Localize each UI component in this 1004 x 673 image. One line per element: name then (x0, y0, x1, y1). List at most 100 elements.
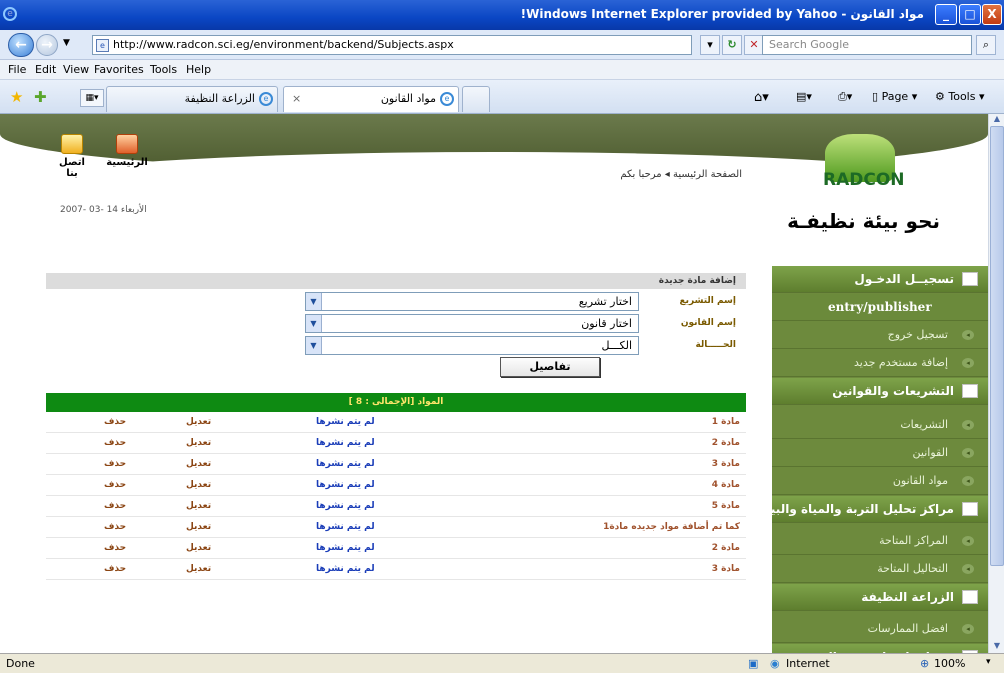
publish-status[interactable]: لم يتم نشرها (316, 438, 375, 448)
sidebar-item[interactable]: التشريعات والقوانين (772, 378, 988, 405)
delete-link[interactable]: حذف (104, 543, 126, 553)
sidebar-item-label: القوانين (912, 446, 948, 459)
scroll-thumb[interactable] (990, 126, 1004, 566)
history-dropdown-icon[interactable]: ▼ (63, 38, 70, 48)
form-row-legislation: ▼ اختار تشريع إسم التشريع (46, 292, 746, 312)
close-button[interactable]: X (982, 4, 1002, 25)
edit-link[interactable]: تعديل (186, 564, 211, 574)
law-select[interactable]: ▼ اختار قانون (305, 314, 639, 333)
search-input[interactable]: Search Google (762, 35, 972, 55)
bullet-arrow-icon: ◂ (962, 536, 974, 546)
chevron-down-icon[interactable]: ▼ (306, 315, 322, 332)
menu-file[interactable]: File (8, 63, 26, 76)
sidebar-item-label: إضافة مستخدم جديد (853, 356, 948, 369)
legislation-select[interactable]: ▼ اختار تشريع (305, 292, 639, 311)
home-link[interactable]: الرئيسية (102, 134, 152, 168)
delete-link[interactable]: حذف (104, 480, 126, 490)
table-row: مادة 2 لم يتم نشرها تعديل حذف (46, 433, 746, 454)
scroll-down-icon[interactable]: ▼ (989, 641, 1004, 653)
publish-status[interactable]: لم يتم نشرها (316, 501, 375, 511)
back-button[interactable]: ← (8, 33, 34, 57)
details-button[interactable]: تفاصيل (500, 357, 600, 377)
sidebar-item-label: التشريعات (900, 418, 948, 431)
sidebar-item[interactable]: الزراعة النظيفة (772, 584, 988, 611)
edit-link[interactable]: تعديل (186, 501, 211, 511)
menu-favorites[interactable]: Favorites (94, 63, 144, 76)
favorites-star-icon[interactable]: ★ (10, 88, 23, 106)
publish-status[interactable]: لم يتم نشرها (316, 543, 375, 553)
new-tab-button[interactable] (462, 86, 490, 112)
edit-link[interactable]: تعديل (186, 438, 211, 448)
sidebar-item[interactable]: مراكز تحليل التربة والمياة والبيئة (759, 496, 988, 523)
zoom-dropdown-icon[interactable]: ▾ (986, 657, 991, 667)
search-icon[interactable]: ⌕ (976, 35, 996, 55)
add-favorite-icon[interactable]: ✚ (34, 88, 47, 106)
delete-link[interactable]: حذف (104, 459, 126, 469)
home-icon[interactable]: ⌂▾ (754, 90, 769, 105)
menu-view[interactable]: View (63, 63, 89, 76)
tab-law-articles[interactable]: × e مواد القانون (283, 86, 459, 112)
edit-link[interactable]: تعديل (186, 522, 211, 532)
menu-edit[interactable]: Edit (35, 63, 56, 76)
edit-link[interactable]: تعديل (186, 480, 211, 490)
quick-tabs-icon[interactable]: ▦▾ (80, 89, 104, 107)
address-dropdown-icon[interactable]: ▾ (700, 35, 720, 55)
address-input[interactable]: e http://www.radcon.sci.eg/environment/b… (92, 35, 692, 55)
zoom-level[interactable]: 100% (934, 657, 965, 670)
sidebar-item[interactable]: ◂ التشريعات (772, 412, 988, 439)
chevron-down-icon[interactable]: ▼ (306, 337, 322, 354)
scroll-up-icon[interactable]: ▲ (989, 114, 1004, 126)
sidebar-item[interactable]: نشرات ارشادية عن البيئة (772, 644, 988, 653)
feeds-icon[interactable]: ▤▾ (796, 90, 812, 103)
bullet-arrow-icon: ◂ (962, 564, 974, 574)
home-label: الرئيسية (106, 157, 148, 168)
menu-help[interactable]: Help (186, 63, 211, 76)
protected-mode-icon[interactable]: ▣ (748, 657, 758, 670)
delete-link[interactable]: حذف (104, 501, 126, 511)
delete-link[interactable]: حذف (104, 417, 126, 427)
print-icon[interactable]: ⎙▾ (838, 90, 852, 104)
publish-status[interactable]: لم يتم نشرها (316, 480, 375, 490)
delete-link[interactable]: حذف (104, 564, 126, 574)
bullet-arrow-icon: ◂ (962, 420, 974, 430)
page-menu-button[interactable]: ▯ Page ▾ (872, 90, 917, 103)
forward-button[interactable]: → (36, 34, 58, 56)
ie-tab-icon: e (259, 92, 273, 106)
sidebar-item[interactable]: ◂ افضل الممارسات (772, 616, 988, 643)
menu-tools[interactable]: Tools (150, 63, 177, 76)
edit-link[interactable]: تعديل (186, 543, 211, 553)
delete-link[interactable]: حذف (104, 438, 126, 448)
minimize-button[interactable]: _ (935, 4, 957, 25)
delete-link[interactable]: حذف (104, 522, 126, 532)
zoom-icon[interactable]: ⊕ (920, 657, 929, 670)
sidebar-item[interactable]: ◂ القوانين (772, 440, 988, 467)
publish-status[interactable]: لم يتم نشرها (316, 564, 375, 574)
sidebar-item[interactable]: تسجيــل الدخـول (772, 266, 988, 293)
chevron-down-icon[interactable]: ▼ (306, 293, 322, 310)
vertical-scrollbar[interactable]: ▲ ▼ (988, 114, 1004, 653)
sidebar-item[interactable]: ◂ التحاليل المتاحة (772, 556, 988, 583)
edit-link[interactable]: تعديل (186, 417, 211, 427)
publish-status[interactable]: لم يتم نشرها (316, 522, 375, 532)
sidebar-item[interactable]: ◂ مواد القانون (772, 468, 988, 495)
article-name: مادة 3 (711, 459, 740, 469)
sidebar-item[interactable]: ◂ المراكز المتاحة (772, 528, 988, 555)
edit-link[interactable]: تعديل (186, 459, 211, 469)
tab-clean-agriculture[interactable]: e الزراعة النظيفة (106, 86, 278, 112)
refresh-icon[interactable]: ↻ (722, 35, 742, 55)
status-select[interactable]: ▼ الكـــل (305, 336, 639, 355)
table-row: مادة 5 لم يتم نشرها تعديل حذف (46, 496, 746, 517)
contact-link[interactable]: اتصل بنا (52, 134, 92, 179)
browser-window: e مواد القانون - Windows Internet Explor… (0, 0, 1004, 673)
sidebar-item[interactable]: ◂ إضافة مستخدم جديد (772, 350, 988, 377)
publish-status[interactable]: لم يتم نشرها (316, 459, 375, 469)
law-value: اختار قانون (581, 317, 632, 330)
sidebar-item[interactable]: ◂ تسجيل خروج (772, 322, 988, 349)
close-tab-icon[interactable]: × (292, 87, 301, 111)
publish-status[interactable]: لم يتم نشرها (316, 417, 375, 427)
maximize-button[interactable]: □ (959, 4, 981, 25)
bullet-arrow-icon: ◂ (962, 448, 974, 458)
stop-icon[interactable]: ✕ (744, 35, 764, 55)
tools-menu-button[interactable]: ⚙ Tools ▾ (935, 90, 985, 103)
sidebar-item[interactable]: entry/publisher (772, 294, 988, 321)
